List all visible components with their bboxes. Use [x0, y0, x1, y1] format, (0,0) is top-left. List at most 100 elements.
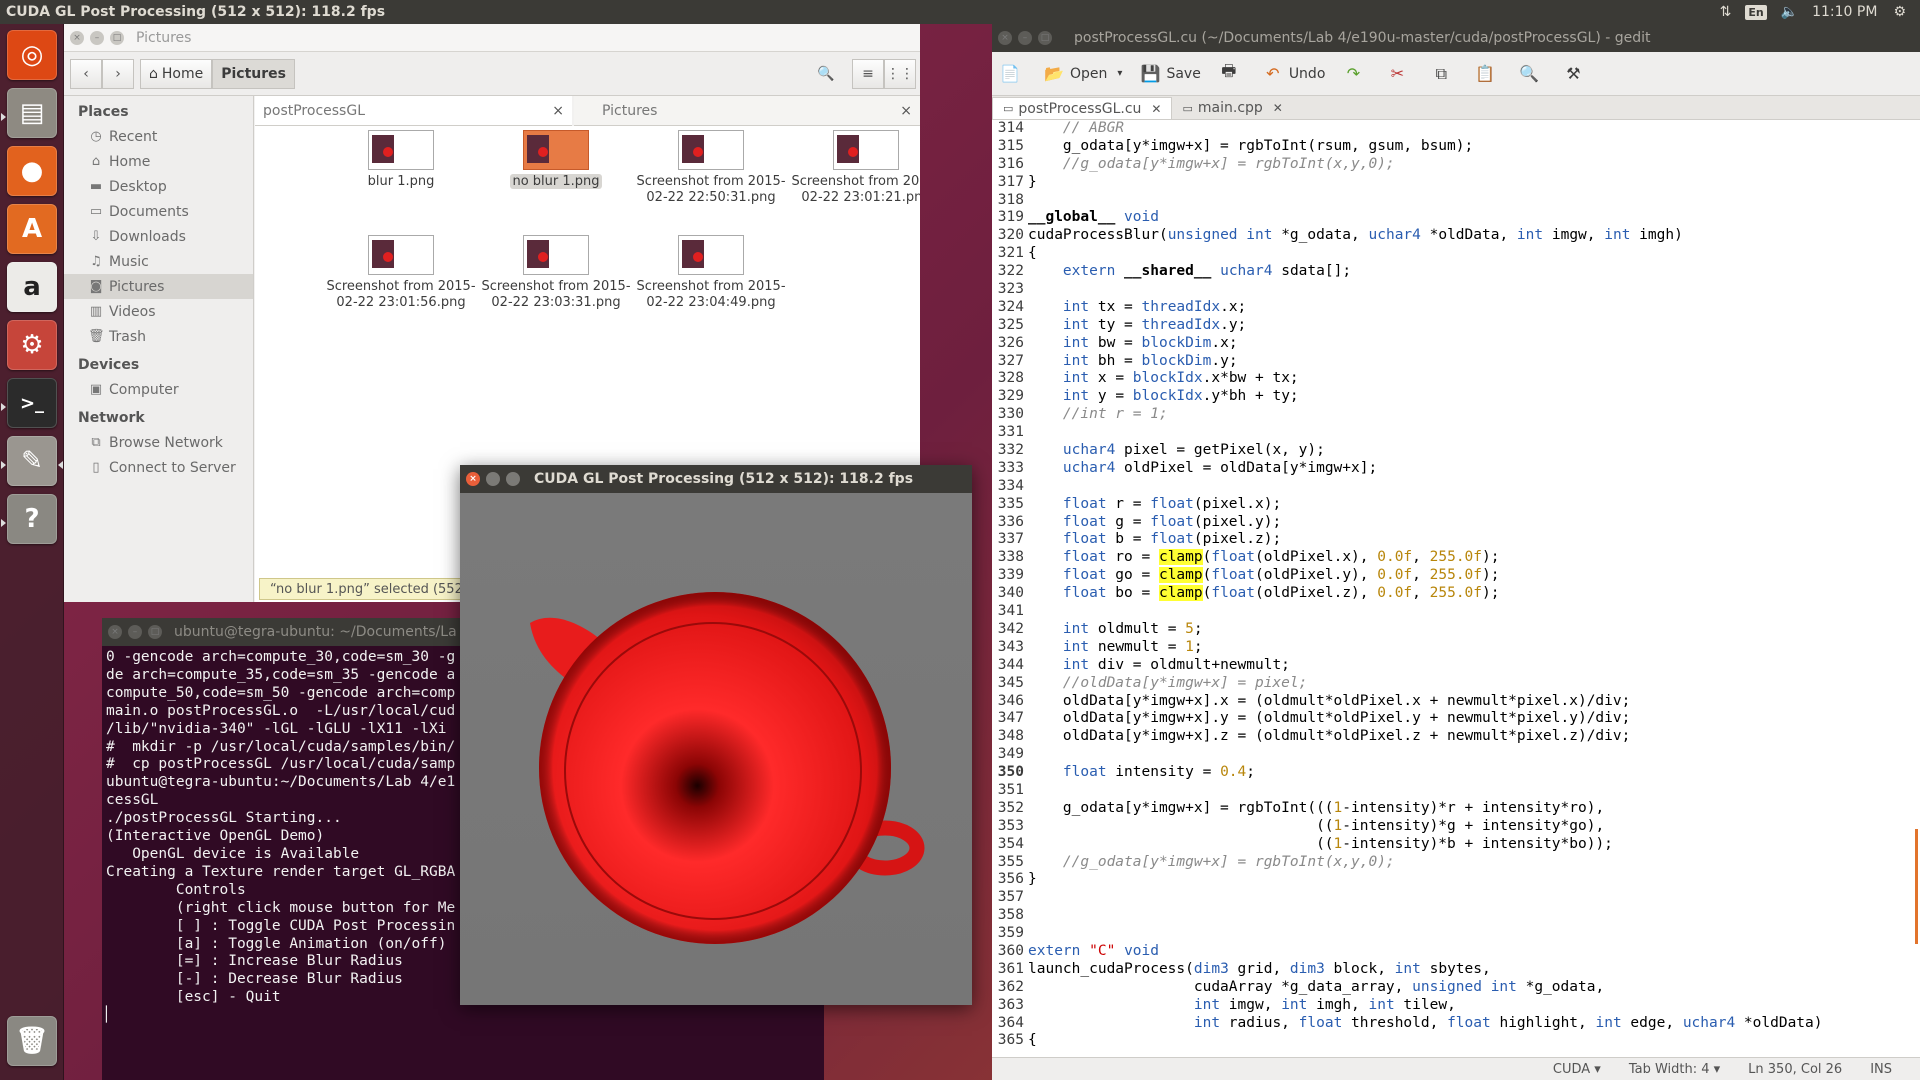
line-number: 335 [997, 495, 1024, 512]
terminal-line: ▏ [106, 1007, 820, 1025]
trash-icon[interactable]: 🗑 [7, 1016, 57, 1066]
minimize-button[interactable]: – [486, 472, 500, 486]
sidebar-item-connect-server[interactable]: ▯ Connect to Server [64, 455, 253, 480]
code-text: float ro = clamp(float(oldPixel.x), 0.0f… [1062, 549, 1500, 566]
settings-gear-icon[interactable]: ⚙ [1893, 4, 1906, 20]
code-line: 335 float r = float(pixel.x); [992, 496, 1920, 514]
file-item[interactable]: Screenshot from 2015-02-22 23:01:21.png [791, 130, 920, 206]
pane-tab-postprocessgl[interactable]: postProcessGL × [255, 96, 572, 126]
breadcrumb-pictures[interactable]: Pictures [212, 58, 295, 89]
code-text: //oldData[y*imgw+x] = pixel; [1062, 674, 1308, 691]
clock[interactable]: 11:10 PM [1812, 4, 1877, 20]
tab-postprocessgl-cu[interactable]: ▭ postProcessGL.cu ✕ [992, 97, 1173, 119]
gedit-titlebar[interactable]: × – □ postProcessGL.cu (~/Documents/Lab … [992, 24, 1920, 52]
network-arrows-icon[interactable]: ⇅ [1720, 4, 1732, 20]
code-text: extern __shared__ uchar4 sdata[]; [1062, 263, 1352, 280]
file-item[interactable]: Screenshot from 2015-02-22 22:50:31.png [636, 130, 786, 206]
volume-icon[interactable]: 🔈 [1781, 4, 1798, 20]
code-line: 341 [992, 603, 1920, 621]
file-item[interactable]: Screenshot from 2015-02-22 23:01:56.png [326, 235, 476, 311]
settings-icon[interactable]: ⚙ [7, 320, 57, 370]
terminal-icon[interactable]: >_ [7, 378, 57, 428]
close-button[interactable]: × [466, 472, 480, 486]
file-item[interactable]: Screenshot from 2015-02-22 23:03:31.png [481, 235, 631, 311]
code-line: 350 float intensity = 0.4; [992, 764, 1920, 782]
tab-main-cpp[interactable]: ▭ main.cpp ✕ [1172, 97, 1292, 119]
sidebar-item-browse-network[interactable]: ⧉ Browse Network [64, 430, 253, 455]
amazon-icon[interactable]: a [7, 262, 57, 312]
close-pane-icon[interactable]: × [552, 103, 564, 119]
cuda-titlebar[interactable]: × – □ CUDA GL Post Processing (512 x 512… [460, 465, 972, 493]
new-button[interactable]: 📄 [1000, 64, 1026, 84]
open-button[interactable]: 📂 Open ▾ [1044, 64, 1122, 84]
undo-icon: ↶ [1266, 64, 1280, 83]
pane-tab-pictures[interactable]: Pictures × [574, 96, 920, 126]
file-item[interactable]: blur 1.png [326, 130, 476, 190]
maximize-button[interactable]: □ [506, 472, 520, 486]
code-text: // ABGR [1062, 120, 1125, 136]
find-button[interactable]: 🔍 [1519, 64, 1545, 84]
code-text: //g_odata[y*imgw+x] = rgbToInt(x,y,0); [1062, 155, 1395, 172]
redo-button[interactable]: ↷ [1343, 64, 1369, 84]
replace-button[interactable]: ⚒ [1563, 64, 1589, 84]
code-text: //g_odata[y*imgw+x] = rgbToInt(x,y,0); [1062, 853, 1395, 870]
window-title: CUDA GL Post Processing (512 x 512): 118… [534, 471, 914, 487]
firefox-icon[interactable]: ● [7, 146, 57, 196]
close-tab-icon[interactable]: ✕ [1273, 101, 1283, 115]
chevron-down-icon[interactable]: ▾ [1117, 68, 1122, 79]
maximize-button[interactable]: □ [148, 625, 162, 639]
close-button[interactable]: × [998, 31, 1012, 45]
gedit-toolbar: 📄 📂 Open ▾ 💾 Save 🖶 ↶ Undo ↷ ✂ ⧉ 📋 🔍 ⚒ [992, 52, 1920, 96]
software-center-icon[interactable]: A [7, 204, 57, 254]
close-pane-icon[interactable]: × [900, 103, 912, 119]
text-editor-icon[interactable]: ✎ [7, 436, 57, 486]
close-button[interactable]: × [70, 30, 84, 45]
sidebar-item-videos[interactable]: ▥ Videos [64, 299, 253, 324]
forward-button[interactable]: › [102, 58, 134, 89]
sidebar-item-home[interactable]: ⌂ Home [64, 149, 253, 174]
sidebar-item-documents[interactable]: ▭ Documents [64, 199, 253, 224]
scrollbar[interactable] [1915, 829, 1918, 944]
sidebar-item-music[interactable]: ♫ Music [64, 249, 253, 274]
keyboard-indicator[interactable]: En [1745, 4, 1767, 20]
copy-button[interactable]: ⧉ [1431, 64, 1457, 84]
sidebar-item-recent[interactable]: ◷ Recent [64, 124, 253, 149]
line-number: 352 [997, 799, 1024, 816]
opengl-viewport[interactable] [460, 493, 972, 1005]
maximize-button[interactable]: □ [1038, 31, 1052, 45]
close-button[interactable]: × [108, 625, 122, 639]
help-icon[interactable]: ? [7, 494, 57, 544]
breadcrumb-home[interactable]: ⌂ Home [140, 58, 213, 89]
sidebar-item-pictures[interactable]: ◙ Pictures [64, 274, 253, 299]
cut-button[interactable]: ✂ [1387, 64, 1413, 84]
minimize-button[interactable]: – [1018, 31, 1032, 45]
minimize-button[interactable]: – [90, 30, 104, 45]
file-item[interactable]: Screenshot from 2015-02-22 23:04:49.png [636, 235, 786, 311]
print-button[interactable]: 🖶 [1219, 61, 1245, 84]
code-text: oldData[y*imgw+x].x = (oldmult*oldPixel.… [1028, 692, 1631, 709]
save-button[interactable]: 💾 Save [1140, 64, 1200, 84]
view-list-button[interactable]: ≡ [852, 58, 884, 89]
sidebar-item-trash[interactable]: 🗑 Trash [64, 324, 253, 349]
minimize-button[interactable]: – [128, 625, 142, 639]
undo-button[interactable]: ↶ Undo [1263, 64, 1325, 84]
close-tab-icon[interactable]: ✕ [1151, 102, 1161, 116]
file-manager-titlebar[interactable]: × – □ Pictures [64, 24, 920, 52]
view-grid-button[interactable]: ⋮⋮ [884, 58, 916, 89]
running-indicator [1, 113, 6, 121]
sidebar-item-desktop[interactable]: ▬ Desktop [64, 174, 253, 199]
sidebar-item-downloads[interactable]: ⇩ Downloads [64, 224, 253, 249]
back-button[interactable]: ‹ [70, 58, 102, 89]
running-indicator [1, 519, 6, 527]
file-item[interactable]: no blur 1.png [481, 130, 631, 190]
code-editor[interactable]: 314 // ABGR 315 g_odata[y*imgw+x] = rgbTo… [992, 120, 1920, 1057]
sidebar-item-computer[interactable]: ▣ Computer [64, 377, 253, 402]
maximize-button[interactable]: □ [110, 30, 124, 45]
files-icon[interactable]: ▤ [7, 88, 57, 138]
tab-width-selector[interactable]: Tab Width: 4 ▾ [1629, 1062, 1720, 1077]
search-button[interactable]: 🔍 [810, 59, 842, 89]
paste-button[interactable]: 📋 [1475, 64, 1501, 84]
language-selector[interactable]: CUDA ▾ [1553, 1062, 1601, 1077]
print-icon: 🖶 [1221, 61, 1237, 80]
dash-icon[interactable]: ◎ [7, 30, 57, 80]
